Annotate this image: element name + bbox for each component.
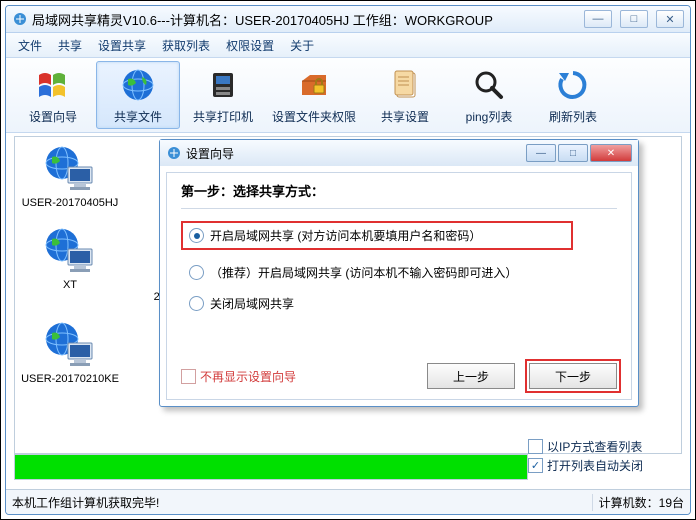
- computer-icon: [42, 321, 98, 371]
- menu-share[interactable]: 共享: [50, 35, 90, 56]
- menu-about[interactable]: 关于: [282, 35, 322, 56]
- printer-icon: [204, 66, 242, 104]
- checkbox-icon: [528, 439, 543, 454]
- tool-share-printer[interactable]: 共享打印机: [182, 62, 264, 128]
- globe-icon: [119, 66, 157, 104]
- radio-option-2[interactable]: 关闭局域网共享: [189, 295, 617, 312]
- dialog-step-label: 第一步：选择共享方式：: [181, 181, 617, 200]
- radio-label: 开启局域网共享 (对方访问本机要填用户名和密码）: [210, 227, 481, 244]
- tool-label: 设置向导: [29, 108, 77, 125]
- folder-lock-icon: [295, 66, 333, 104]
- maximize-button[interactable]: □: [620, 10, 648, 28]
- menu-perm[interactable]: 权限设置: [218, 35, 282, 56]
- tool-label: 共享文件: [114, 108, 162, 125]
- status-left: 本机工作组计算机获取完毕!: [12, 494, 159, 511]
- dialog-title: 设置向导: [186, 145, 526, 162]
- radio-option-1[interactable]: （推荐）开启局域网共享 (访问本机不输入密码即可进入）: [189, 264, 617, 281]
- status-bar: 本机工作组计算机获取完毕! 计算机数：19台: [6, 489, 690, 514]
- checkbox-icon: ✓: [528, 458, 543, 473]
- progress-bar: [14, 454, 528, 480]
- tool-folder-perm[interactable]: 设置文件夹权限: [266, 62, 362, 128]
- computer-icon: [42, 145, 98, 195]
- radio-option-0[interactable]: 开启局域网共享 (对方访问本机要填用户名和密码）: [189, 227, 565, 244]
- check-label: 不再显示设置向导: [200, 368, 296, 385]
- close-button[interactable]: ✕: [656, 10, 684, 28]
- tool-share-settings[interactable]: 共享设置: [364, 62, 446, 128]
- computer-label: USER-20170210KE: [21, 373, 119, 385]
- check-no-again[interactable]: 不再显示设置向导: [181, 368, 296, 385]
- radio-label: 关闭局域网共享: [210, 295, 294, 312]
- wizard-dialog: 设置向导 — □ ✕ 第一步：选择共享方式： 开启局域网共享 (对方访问本机要填…: [159, 139, 639, 407]
- menu-file[interactable]: 文件: [10, 35, 50, 56]
- window-title: 局域网共享精灵V10.6---计算机名：USER-20170405HJ 工作组：…: [32, 10, 584, 29]
- menu-get-list[interactable]: 获取列表: [154, 35, 218, 56]
- menu-set-share[interactable]: 设置共享: [90, 35, 154, 56]
- tool-ping-list[interactable]: ping列表: [448, 62, 530, 128]
- tool-wizard[interactable]: 设置向导: [12, 62, 94, 128]
- prev-button[interactable]: 上一步: [427, 363, 515, 389]
- divider: [181, 208, 617, 209]
- windows-flag-icon: [34, 66, 72, 104]
- magnifier-icon: [470, 66, 508, 104]
- tool-label: 共享打印机: [193, 108, 253, 125]
- radio-icon: [189, 228, 204, 243]
- toolbar: 设置向导 共享文件 共享打印机 设置文件夹权限: [6, 58, 690, 133]
- check-label: 打开列表自动关闭: [547, 457, 643, 474]
- tool-label: ping列表: [466, 108, 513, 125]
- dialog-icon: [166, 145, 182, 161]
- computer-label: USER-20170405HJ: [22, 197, 119, 209]
- radio-icon: [189, 296, 204, 311]
- settings-sheet-icon: [386, 66, 424, 104]
- status-right: 计算机数：19台: [592, 494, 684, 511]
- app-icon: [12, 11, 28, 27]
- dialog-maximize-button[interactable]: □: [558, 144, 588, 162]
- tool-share-file[interactable]: 共享文件: [96, 61, 180, 129]
- dialog-minimize-button[interactable]: —: [526, 144, 556, 162]
- next-button[interactable]: 下一步: [529, 363, 617, 389]
- tool-refresh[interactable]: 刷新列表: [532, 62, 614, 128]
- computer-label: XT: [63, 279, 77, 291]
- radio-label: （推荐）开启局域网共享 (访问本机不输入密码即可进入）: [210, 264, 517, 281]
- menu-bar: 文件 共享 设置共享 获取列表 权限设置 关于: [6, 33, 690, 58]
- refresh-icon: [554, 66, 592, 104]
- computer-item[interactable]: USER-20170210KE: [21, 321, 119, 385]
- tool-label: 共享设置: [381, 108, 429, 125]
- check-label: 以IP方式查看列表: [547, 438, 642, 455]
- check-ip-view[interactable]: 以IP方式查看列表: [528, 438, 680, 455]
- computer-item[interactable]: XT: [21, 227, 119, 303]
- tool-label: 刷新列表: [549, 108, 597, 125]
- computer-item[interactable]: USER-20170405HJ: [21, 145, 119, 209]
- computer-icon: [42, 227, 98, 277]
- checkbox-icon: [181, 369, 196, 384]
- minimize-button[interactable]: —: [584, 10, 612, 28]
- radio-icon: [189, 265, 204, 280]
- check-auto-close[interactable]: ✓ 打开列表自动关闭: [528, 457, 680, 474]
- dialog-close-button[interactable]: ✕: [590, 144, 632, 162]
- tool-label: 设置文件夹权限: [272, 108, 356, 125]
